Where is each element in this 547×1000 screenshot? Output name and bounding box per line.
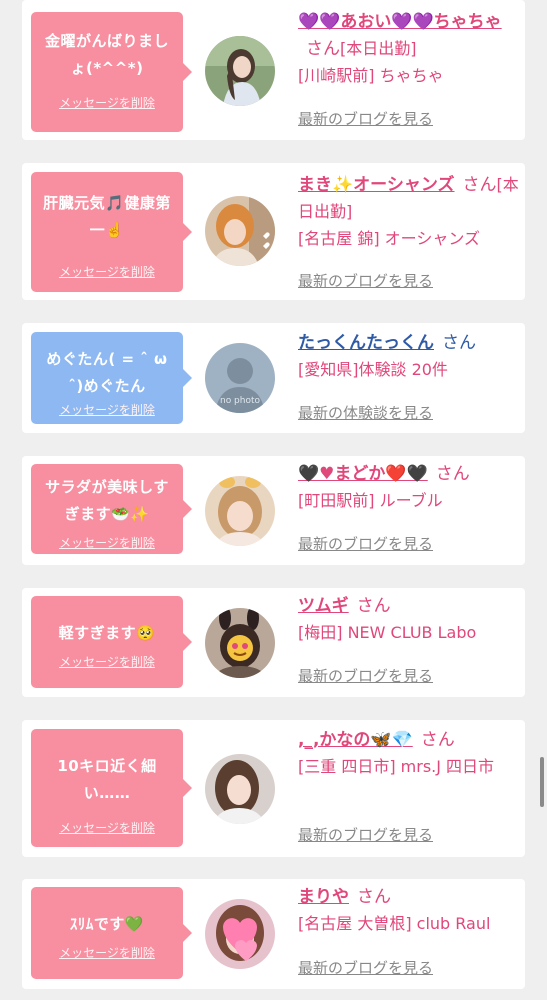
shop-detail: [町田駅前] ルーブル bbox=[298, 491, 443, 510]
cast-info: 🖤♥まどか❤️🖤 さん [町田駅前] ルーブル bbox=[298, 462, 520, 514]
avatar[interactable] bbox=[205, 476, 275, 546]
cast-name-link[interactable]: 💜💜あおい💜💜ちゃちゃ bbox=[298, 12, 502, 32]
cast-info: たっくんたっくん さん [愛知県]体験談 20件 bbox=[298, 331, 520, 383]
latest-blog-link[interactable]: 最新のブログを見る bbox=[298, 533, 433, 554]
shop-detail: [梅田] NEW CLUB Labo bbox=[298, 623, 477, 642]
cast-info: ツムギ さん [梅田] NEW CLUB Labo bbox=[298, 594, 520, 646]
cast-name-link[interactable]: まりや bbox=[298, 887, 349, 907]
san-label: さん bbox=[435, 464, 470, 484]
message-card: ｽﾘﾑです💚 メッセージを削除 まりや さん [名古屋 大曽根] club Rau… bbox=[22, 879, 525, 989]
latest-blog-link[interactable]: 最新のブログを見る bbox=[298, 665, 433, 686]
cast-info: まき✨オーシャンズ さん[本日出勤] [名古屋 錦] オーシャンズ bbox=[298, 171, 520, 252]
message-card: 金曜がんばりましょ(*^^*) メッセージを削除 💜💜あおい💜💜ちゃちゃさん[本… bbox=[22, 0, 525, 140]
shop-detail: [名古屋 大曽根] club Raul bbox=[298, 914, 491, 933]
san-label: さん bbox=[356, 596, 391, 616]
message-card: めぐたん( = ˆ ω ˆ)めぐたん メッセージを削除 no photo たっく… bbox=[22, 323, 525, 433]
avatar[interactable] bbox=[205, 608, 275, 678]
shop-detail: [川崎駅前] ちゃちゃ bbox=[298, 66, 444, 85]
delete-message-link[interactable]: メッセージを削除 bbox=[31, 263, 183, 280]
message-card: 軽すぎます🥺 メッセージを削除 ツムギ さん [梅田] NEW CLUB Labo… bbox=[22, 588, 525, 697]
avatar[interactable] bbox=[205, 36, 275, 106]
cast-name-link[interactable]: ,_,かなの🦋💎 bbox=[298, 730, 413, 750]
cast-name-link[interactable]: 🖤♥まどか❤️🖤 bbox=[298, 464, 428, 484]
message-bubble: 軽すぎます🥺 メッセージを削除 bbox=[31, 596, 192, 688]
latest-blog-link[interactable]: 最新のブログを見る bbox=[298, 270, 433, 291]
no-photo-text: no photo bbox=[220, 396, 261, 406]
message-bubble: 金曜がんばりましょ(*^^*) メッセージを削除 bbox=[31, 12, 192, 132]
message-text: 軽すぎます🥺 bbox=[58, 624, 156, 642]
message-text: サラダが美味しすぎます🥗✨ bbox=[45, 478, 169, 523]
shop-detail: [三重 四日市] mrs.J 四日市 bbox=[298, 757, 495, 776]
latest-blog-link[interactable]: 最新のブログを見る bbox=[298, 957, 433, 978]
message-bubble: めぐたん( = ˆ ω ˆ)めぐたん メッセージを削除 bbox=[31, 332, 192, 424]
message-text: ｽﾘﾑです💚 bbox=[69, 915, 145, 933]
message-text: 金曜がんばりましょ(*^^*) bbox=[44, 32, 169, 77]
work-status: [本日出勤] bbox=[340, 39, 417, 58]
cast-name-link[interactable]: ツムギ bbox=[298, 596, 349, 616]
san-label: さん bbox=[306, 39, 340, 59]
latest-blog-link[interactable]: 最新のブログを見る bbox=[298, 108, 433, 129]
message-text: 肝臓元気🎵健康第一☝️ bbox=[43, 194, 171, 239]
cast-name-link[interactable]: まき✨オーシャンズ bbox=[298, 175, 455, 195]
message-card: 肝臓元気🎵健康第一☝️ メッセージを削除 まき✨オーシャンズ さん[本日出勤] [… bbox=[22, 163, 525, 300]
san-label: さん bbox=[420, 730, 455, 750]
delete-message-link[interactable]: メッセージを削除 bbox=[31, 401, 183, 418]
delete-message-link[interactable]: メッセージを削除 bbox=[31, 534, 183, 551]
message-text: めぐたん( = ˆ ω ˆ)めぐたん bbox=[46, 350, 168, 395]
scrollbar[interactable] bbox=[540, 757, 544, 807]
avatar[interactable] bbox=[205, 196, 275, 266]
message-bubble: ｽﾘﾑです💚 メッセージを削除 bbox=[31, 887, 192, 979]
san-label: さん bbox=[442, 333, 476, 353]
review-count: [愛知県]体験談 20件 bbox=[298, 360, 448, 379]
san-label: さん bbox=[357, 887, 391, 907]
message-bubble: サラダが美味しすぎます🥗✨ メッセージを削除 bbox=[31, 464, 192, 554]
san-label: さん bbox=[462, 175, 497, 195]
delete-message-link[interactable]: メッセージを削除 bbox=[31, 944, 183, 961]
delete-message-link[interactable]: メッセージを削除 bbox=[31, 653, 183, 670]
latest-blog-link[interactable]: 最新のブログを見る bbox=[298, 824, 433, 845]
delete-message-link[interactable]: メッセージを削除 bbox=[31, 94, 183, 111]
cast-info: まりや さん [名古屋 大曽根] club Raul bbox=[298, 885, 520, 937]
message-text: 10キロ近く細い…… bbox=[57, 757, 157, 802]
delete-message-link[interactable]: メッセージを削除 bbox=[31, 819, 183, 836]
cast-info: ,_,かなの🦋💎 さん [三重 四日市] mrs.J 四日市 bbox=[298, 728, 520, 780]
shop-detail: [名古屋 錦] オーシャンズ bbox=[298, 229, 481, 248]
message-card: 10キロ近く細い…… メッセージを削除 ,_,かなの🦋💎 さん [三重 四日市] … bbox=[22, 720, 525, 857]
message-bubble: 肝臓元気🎵健康第一☝️ メッセージを削除 bbox=[31, 172, 192, 292]
avatar[interactable] bbox=[205, 754, 275, 824]
no-photo-avatar[interactable]: no photo bbox=[205, 343, 275, 413]
message-bubble: 10キロ近く細い…… メッセージを削除 bbox=[31, 729, 192, 847]
message-card: サラダが美味しすぎます🥗✨ メッセージを削除 🖤♥まどか❤️🖤 さん [町田駅前]… bbox=[22, 456, 525, 565]
cast-name-link[interactable]: たっくんたっくん bbox=[298, 333, 434, 353]
latest-review-link[interactable]: 最新の体験談を見る bbox=[298, 402, 433, 423]
cast-info: 💜💜あおい💜💜ちゃちゃさん[本日出勤] [川崎駅前] ちゃちゃ bbox=[298, 10, 520, 89]
avatar[interactable] bbox=[205, 899, 275, 969]
